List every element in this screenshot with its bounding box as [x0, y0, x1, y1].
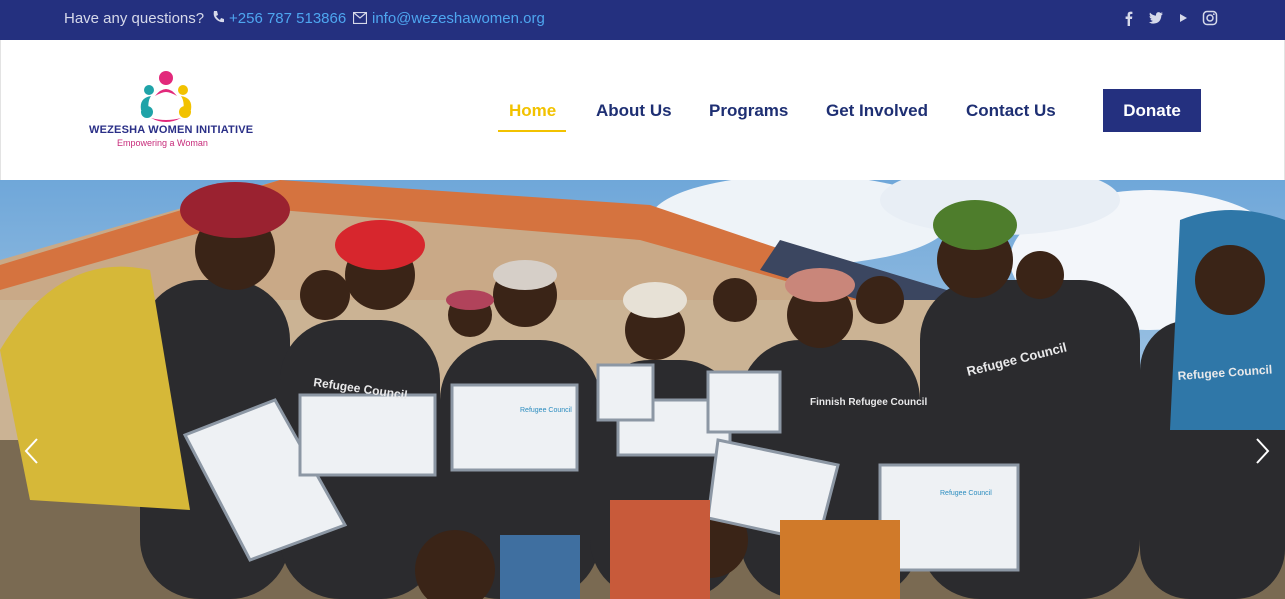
phone-icon — [213, 11, 224, 23]
site-header: WEZESHA WOMEN INITIATIVE Empowering a Wo… — [0, 40, 1285, 180]
hero-certificate-text: Refugee Council — [520, 407, 572, 414]
youtube-icon[interactable] — [1175, 10, 1191, 26]
instagram-icon[interactable] — [1202, 10, 1218, 26]
slider-prev-arrow-icon[interactable] — [22, 436, 42, 466]
nav-about-us[interactable]: About Us — [596, 101, 672, 121]
top-bar: Have any questions? +256 787 513866 info… — [0, 0, 1285, 40]
hero-certificate-text: Refugee Council — [940, 490, 992, 497]
nav-contact-us[interactable]: Contact Us — [966, 101, 1056, 121]
nav-programs[interactable]: Programs — [709, 101, 788, 121]
nav-home[interactable]: Home — [509, 101, 556, 121]
logo-tagline: Empowering a Woman — [117, 138, 208, 148]
site-logo[interactable]: WEZESHA WOMEN INITIATIVE Empowering a Wo… — [89, 70, 254, 150]
slider-next-arrow-icon[interactable] — [1252, 436, 1272, 466]
facebook-icon[interactable] — [1121, 10, 1137, 26]
donate-button[interactable]: Donate — [1103, 89, 1201, 132]
hero-shirt-text: Finnish Refugee Council — [810, 397, 927, 408]
nav-active-indicator — [498, 130, 566, 132]
email-link[interactable]: info@wezeshawomen.org — [372, 10, 545, 27]
logo-title: WEZESHA WOMEN INITIATIVE — [89, 124, 254, 136]
hero-slider: Refugee Council Finnish Refugee Council … — [0, 180, 1285, 599]
mail-icon — [353, 12, 367, 24]
phone-link[interactable]: +256 787 513866 — [229, 10, 346, 27]
nav-get-involved[interactable]: Get Involved — [826, 101, 928, 121]
twitter-icon[interactable] — [1148, 10, 1164, 26]
logo-mark-icon — [140, 71, 192, 122]
questions-text: Have any questions? — [64, 10, 205, 27]
hero-image: Refugee Council Finnish Refugee Council … — [0, 180, 1285, 599]
